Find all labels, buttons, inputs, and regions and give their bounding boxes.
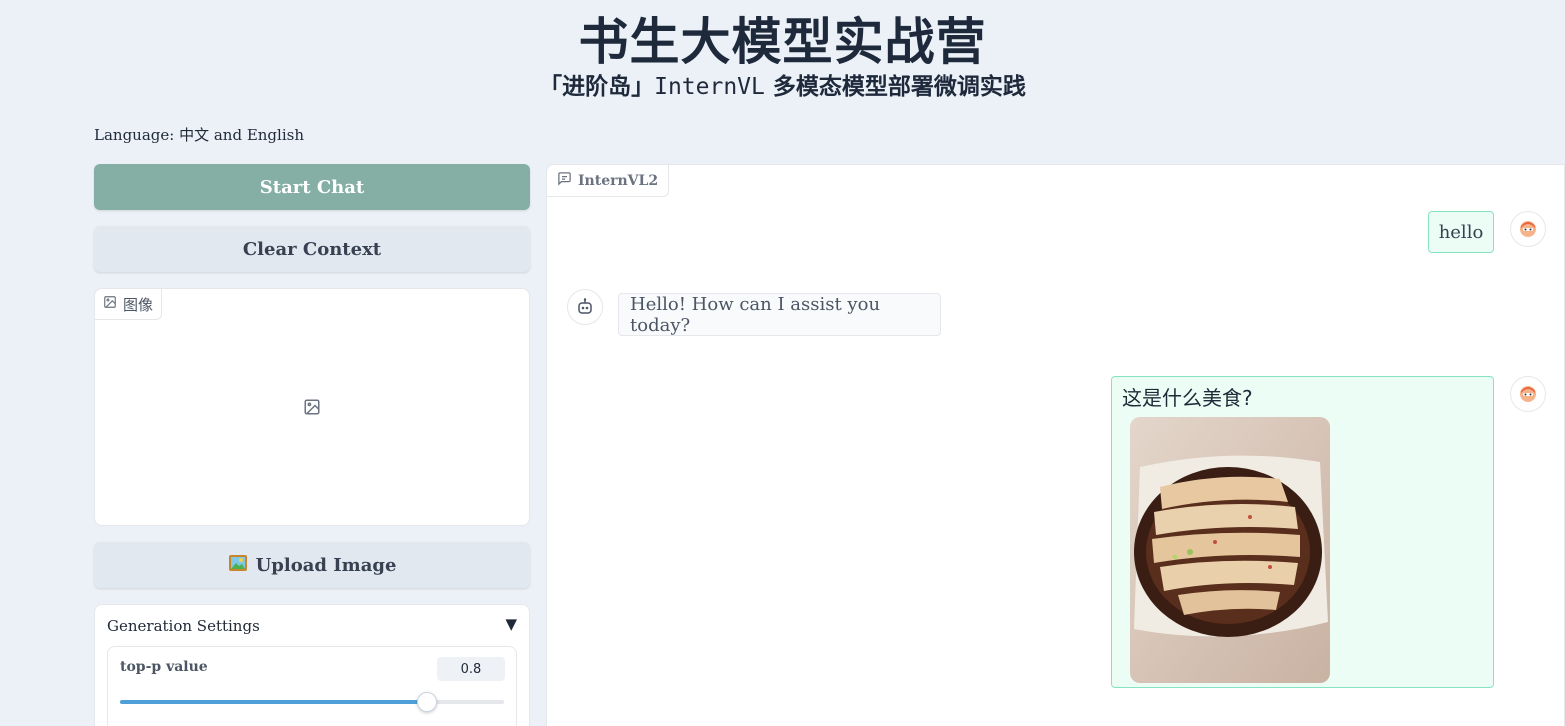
uploaded-food-image[interactable] xyxy=(1130,417,1330,683)
user-message: hello xyxy=(1428,211,1494,253)
user-avatar-icon xyxy=(1510,376,1546,412)
upload-image-button[interactable]: Upload Image xyxy=(94,542,530,588)
collapse-toggle-icon[interactable]: ▼ xyxy=(505,615,517,633)
image-icon xyxy=(103,295,117,313)
subtitle-model-name: InternVL xyxy=(654,74,765,100)
robot-avatar-icon xyxy=(567,289,603,325)
message-text: hello xyxy=(1438,221,1484,243)
top-p-slider-fill xyxy=(120,700,428,704)
chatbot-label: InternVL2 xyxy=(547,165,670,197)
user-message-with-image: 这是什么美食? xyxy=(1111,376,1494,688)
start-chat-button[interactable]: Start Chat xyxy=(94,164,530,210)
clear-context-button[interactable]: Clear Context xyxy=(94,226,530,272)
page-title: 书生大模型实战营 xyxy=(578,13,987,71)
user-avatar-icon xyxy=(1510,211,1546,247)
top-p-label: top-p value xyxy=(120,659,208,675)
message-text: Hello! How can I assist you today? xyxy=(630,293,881,336)
language-note: Language: 中文 and English xyxy=(94,126,304,144)
generation-settings-title[interactable]: Generation Settings xyxy=(107,617,260,635)
page-subtitle: 「进阶岛」InternVL 多模态模型部署微调实践 xyxy=(0,72,1565,102)
top-p-slider-group: top-p value 0.8 xyxy=(107,646,517,726)
chat-bubble-icon xyxy=(557,171,572,190)
image-panel-label-text: 图像 xyxy=(123,295,154,314)
image-placeholder-icon xyxy=(303,398,321,420)
chatbot-label-text: InternVL2 xyxy=(578,172,659,189)
chatbot-panel: InternVL2 hello Hello! How can I assist … xyxy=(546,164,1565,726)
image-panel-label: 图像 xyxy=(95,289,163,320)
message-text: 这是什么美食? xyxy=(1122,386,1253,410)
image-upload-panel[interactable]: 图像 xyxy=(94,288,530,526)
generation-settings-panel: Generation Settings ▼ top-p value 0.8 xyxy=(94,604,530,726)
framed-picture-icon xyxy=(228,553,248,578)
subtitle-prefix: 「进阶岛」 xyxy=(539,74,655,100)
assistant-message: Hello! How can I assist you today? xyxy=(618,293,941,336)
top-p-slider[interactable] xyxy=(120,692,504,712)
top-p-slider-handle[interactable] xyxy=(417,692,438,712)
subtitle-suffix: 多模态模型部署微调实践 xyxy=(772,74,1026,100)
top-p-value-input[interactable]: 0.8 xyxy=(437,657,505,681)
upload-image-label: Upload Image xyxy=(255,554,397,576)
